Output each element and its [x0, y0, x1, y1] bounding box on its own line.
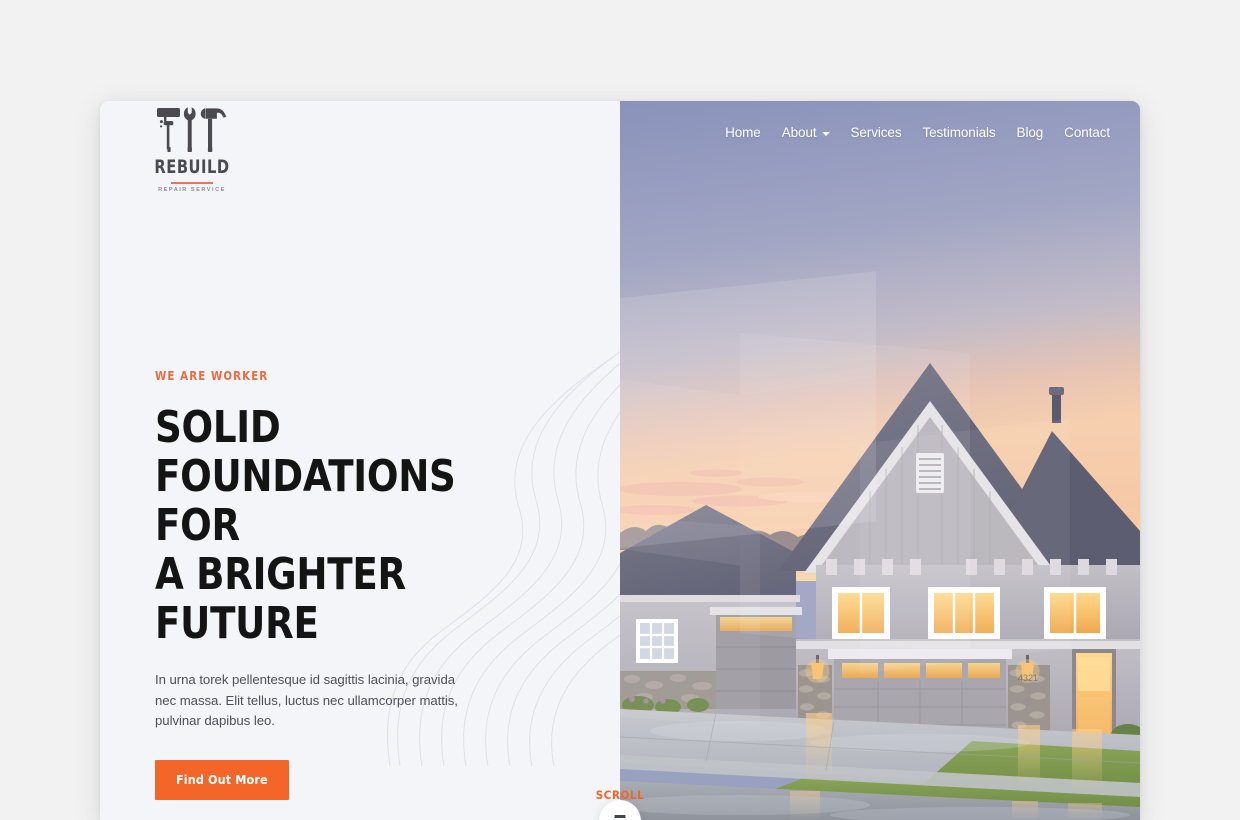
page-title: SOLID FOUNDATIONS FOR A BRIGHTER FUTURE [155, 402, 456, 649]
nav-item-blog[interactable]: Blog [1017, 125, 1044, 140]
hero-content: WE ARE WORKER SOLID FOUNDATIONS FOR A BR… [155, 369, 565, 800]
nav-label: Contact [1064, 125, 1110, 140]
nav-label: Services [850, 125, 902, 140]
logo-divider [171, 182, 213, 184]
chevron-down-icon [614, 815, 626, 818]
hero-left-panel: REBUILD REPAIR SERVICE WE ARE WORKER SOL… [100, 101, 620, 820]
nav-label: About [781, 125, 817, 140]
nav-label: Blog [1016, 125, 1044, 140]
logo-wordmark: REBUILD [154, 156, 230, 178]
nav-item-services[interactable]: Services [851, 125, 902, 140]
find-out-more-button[interactable]: Find Out More [155, 759, 289, 800]
logo-tagline: REPAIR SERVICE [158, 186, 226, 193]
nav-item-home[interactable]: Home [725, 125, 761, 140]
nav-label: Testimonials [922, 125, 996, 140]
hero-eyebrow: WE ARE WORKER [155, 369, 269, 383]
nav-item-testimonials[interactable]: Testimonials [922, 125, 995, 140]
svg-text:4321: 4321 [1018, 673, 1038, 683]
logo-tools-icon [157, 107, 227, 152]
hero-description: In urna torek pellentesque id sagittis l… [155, 672, 458, 728]
nav-item-about[interactable]: About [782, 125, 830, 140]
hero-photo: 4321 [620, 101, 1140, 820]
nav-label: Home [725, 125, 761, 140]
site-logo[interactable]: REBUILD REPAIR SERVICE [127, 105, 257, 193]
chevron-down-icon [821, 131, 830, 136]
nav-item-contact[interactable]: Contact [1064, 125, 1110, 140]
site-viewport: REBUILD REPAIR SERVICE WE ARE WORKER SOL… [100, 101, 1140, 820]
main-navigation: Home About Services Testimonials Blog Co… [725, 125, 1110, 140]
